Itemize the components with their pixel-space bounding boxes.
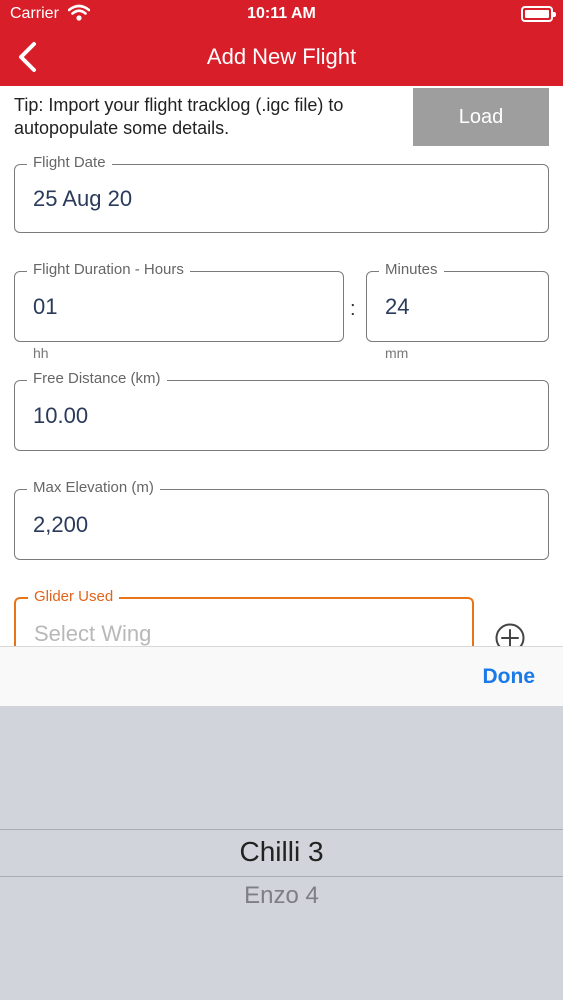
picker-toolbar: Done: [0, 646, 563, 706]
minutes-helper: mm: [385, 345, 409, 361]
picker-option-selected[interactable]: Chilli 3: [0, 836, 563, 868]
glider-placeholder: Select Wing: [34, 621, 152, 646]
duration-hours-field[interactable]: Flight Duration - Hours 01: [14, 260, 344, 342]
duration-minutes-label: Minutes: [379, 260, 444, 280]
nav-bar: Add New Flight: [0, 28, 563, 86]
glider-label: Glider Used: [28, 587, 120, 607]
battery-icon: [521, 6, 556, 22]
status-bar: Carrier 10:11 AM: [0, 0, 563, 28]
hours-helper: hh: [33, 345, 49, 361]
load-button[interactable]: Load: [413, 88, 549, 146]
picker-selection-top-line: [0, 829, 563, 830]
flight-date-value: 25 Aug 20: [33, 185, 133, 211]
free-distance-field[interactable]: Free Distance (km) 10.00: [14, 369, 549, 451]
max-elevation-field[interactable]: Max Elevation (m) 2,200: [14, 478, 549, 560]
time-separator: :: [350, 298, 356, 320]
flight-date-label: Flight Date: [27, 153, 112, 173]
duration-hours-value: 01: [33, 293, 58, 319]
glider-picker[interactable]: Chilli 3 Enzo 4: [0, 706, 563, 1000]
import-tip: Tip: Import your flight tracklog (.igc f…: [14, 95, 344, 138]
page-title: Add New Flight: [206, 44, 357, 69]
max-elevation-value: 2,200: [33, 511, 89, 537]
done-button[interactable]: Done: [483, 665, 536, 689]
picker-selection-bottom-line: [0, 876, 563, 877]
free-distance-value: 10.00: [33, 402, 89, 428]
max-elevation-label: Max Elevation (m): [27, 478, 160, 498]
picker-option[interactable]: Enzo 4: [0, 882, 563, 910]
duration-minutes-value: 24: [385, 293, 410, 319]
duration-hours-label: Flight Duration - Hours: [27, 260, 190, 280]
glider-field[interactable]: Glider Used Select Wing: [14, 587, 474, 646]
status-time: 10:11 AM: [247, 5, 316, 22]
flight-date-field[interactable]: Flight Date 25 Aug 20: [14, 153, 549, 233]
free-distance-label: Free Distance (km): [27, 369, 167, 389]
duration-minutes-field[interactable]: Minutes 24: [366, 260, 549, 342]
